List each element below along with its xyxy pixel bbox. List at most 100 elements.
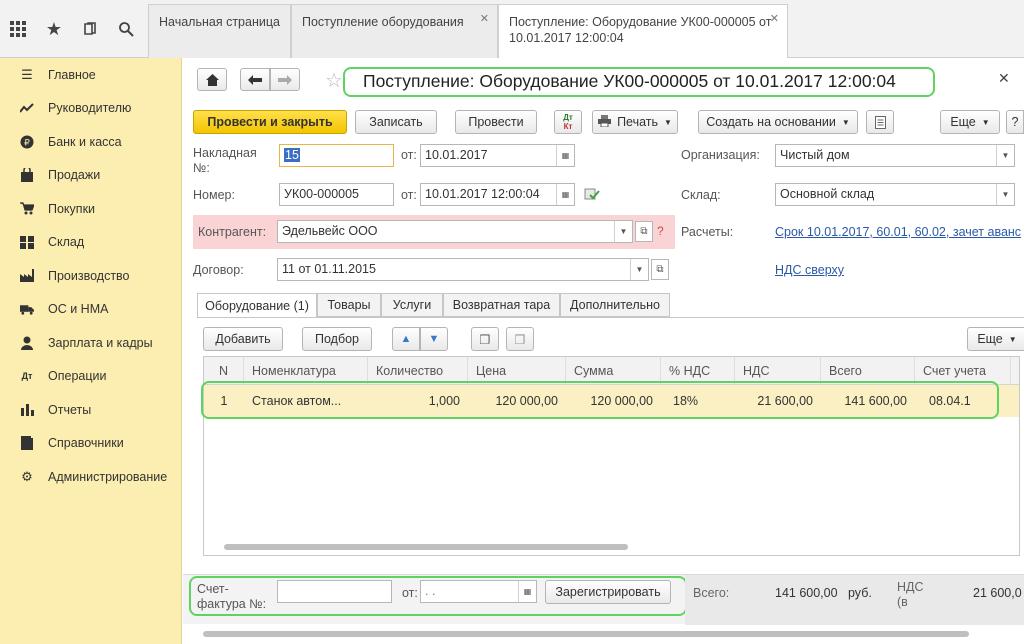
table-more-button[interactable]: Еще ▼: [967, 327, 1024, 351]
tab-returnable-containers[interactable]: Возвратная тара: [443, 293, 560, 317]
tab-equipment-receipts[interactable]: Поступление оборудования ✕: [291, 4, 498, 58]
operations-icon: Дт: [21, 371, 33, 382]
ruble-icon: ₽: [20, 135, 34, 149]
chevron-down-icon[interactable]: ▼: [614, 221, 632, 242]
number-date-input[interactable]: 10.01.2017 12:00:04 ▦: [420, 183, 575, 206]
post-and-close-button[interactable]: Провести и закрыть: [193, 110, 347, 134]
sidebar-item-main[interactable]: ☰ Главное: [0, 58, 181, 92]
pick-button[interactable]: Подбор: [302, 327, 372, 351]
tab-divider: [197, 317, 1024, 318]
sidebar-item-label: Продажи: [48, 168, 101, 183]
sidebar-item-label: Склад: [48, 235, 85, 250]
sidebar-item-label: Администрирование: [48, 469, 168, 484]
arrow-up-icon: ▲: [400, 333, 412, 345]
document-footer: Счет-фактура №: от: . . ▦ Зарегистрирова…: [183, 574, 1024, 625]
tab-additional[interactable]: Дополнительно: [560, 293, 670, 317]
page-horizontal-scrollbar[interactable]: [203, 631, 969, 637]
home-button[interactable]: [197, 68, 227, 91]
paste-button[interactable]: ❐: [506, 327, 534, 351]
invoice-number-input[interactable]: 15: [279, 144, 394, 167]
post-and-close-label: Провести и закрыть: [207, 115, 333, 129]
sidebar-item-label: ОС и НМА: [48, 302, 109, 317]
apps-grid-icon[interactable]: [0, 0, 36, 58]
post-button[interactable]: Провести: [455, 110, 537, 134]
close-icon[interactable]: ✕: [770, 11, 779, 27]
calendar-icon[interactable]: ▦: [556, 145, 574, 166]
sidebar-item-label: Главное: [48, 67, 96, 82]
close-icon[interactable]: ✕: [998, 70, 1010, 87]
document-icon: [874, 115, 886, 129]
tab-equipment[interactable]: Оборудование (1): [197, 293, 317, 318]
invoice-date-input[interactable]: 10.01.2017 ▦: [420, 144, 575, 167]
add-button[interactable]: Добавить: [203, 327, 283, 351]
dtkt-button[interactable]: Дт Кт: [554, 110, 582, 134]
chevron-down-icon: ▼: [1008, 334, 1017, 344]
help-button[interactable]: ?: [1006, 110, 1024, 134]
chevron-down-icon[interactable]: ▼: [996, 145, 1014, 166]
move-down-button[interactable]: ▼: [420, 327, 448, 351]
page-title: Поступление: Оборудование УК00-000005 от…: [363, 71, 896, 91]
tab-home[interactable]: Начальная страница: [148, 4, 291, 58]
open-contractor-icon[interactable]: ⧉: [635, 221, 653, 242]
tab-goods[interactable]: Товары: [317, 293, 381, 317]
move-up-button[interactable]: ▲: [392, 327, 420, 351]
tab-additional-label: Дополнительно: [570, 298, 660, 312]
sidebar-item-warehouse[interactable]: Склад: [0, 226, 181, 260]
chevron-down-icon: ▼: [981, 117, 990, 127]
sidebar-item-fixed-assets[interactable]: ОС и НМА: [0, 293, 181, 327]
create-based-on-button[interactable]: Создать на основании ▼: [698, 110, 858, 134]
chevron-down-icon[interactable]: ▼: [630, 259, 648, 280]
settlements-link[interactable]: Срок 10.01.2017, 60.01, 60.02, зачет ава…: [775, 225, 1021, 239]
check-document-icon[interactable]: [584, 187, 600, 204]
sidebar-item-operations[interactable]: Дт Операции: [0, 360, 181, 394]
copy-button[interactable]: ❐: [471, 327, 499, 351]
tab-services-label: Услуги: [392, 298, 432, 312]
favorite-star-icon[interactable]: ☆: [325, 68, 343, 93]
number-input[interactable]: УК00-000005: [279, 183, 394, 206]
printer-icon: [598, 114, 612, 130]
organization-select[interactable]: Чистый дом ▼: [775, 144, 1015, 167]
bag-icon: [20, 168, 34, 183]
sidebar-item-sales[interactable]: Продажи: [0, 159, 181, 193]
table-horizontal-scrollbar[interactable]: [224, 544, 628, 550]
sidebar-item-directories[interactable]: Справочники: [0, 427, 181, 461]
close-icon[interactable]: ✕: [480, 11, 489, 27]
more-button[interactable]: Еще ▼: [940, 110, 1000, 134]
open-contract-icon[interactable]: ⧉: [651, 259, 669, 280]
document-icon-button[interactable]: [866, 110, 894, 134]
help-label: ?: [1011, 115, 1019, 129]
chevron-down-icon[interactable]: ▼: [996, 184, 1014, 205]
history-icon[interactable]: [72, 0, 108, 58]
contractor-select[interactable]: Эдельвейс ООО ▼: [277, 220, 633, 243]
vat-link[interactable]: НДС сверху: [775, 263, 844, 277]
book-icon: [20, 436, 34, 451]
forward-button[interactable]: [270, 68, 300, 91]
calendar-icon[interactable]: ▦: [556, 184, 574, 205]
document-form: ☆ Поступление: Оборудование УК00-000005 …: [183, 58, 1024, 644]
save-button[interactable]: Записать: [355, 110, 437, 134]
question-icon[interactable]: ?: [657, 224, 664, 238]
sidebar-item-production[interactable]: Производство: [0, 259, 181, 293]
top-bar: ★ Начальная страница Поступление оборудо…: [0, 0, 1024, 59]
print-button[interactable]: Печать ▼: [592, 110, 678, 134]
sidebar-item-label: Операции: [48, 369, 107, 384]
contract-select[interactable]: 11 от 01.11.2015 ▼: [277, 258, 649, 281]
number-date-value: 10.01.2017 12:00:04: [425, 187, 540, 201]
sidebar-item-manager[interactable]: Руководителю: [0, 92, 181, 126]
star-icon[interactable]: ★: [36, 0, 72, 58]
tab-document[interactable]: Поступление: Оборудование УК00-000005 от…: [498, 4, 788, 59]
sidebar-item-bank[interactable]: ₽ Банк и касса: [0, 125, 181, 159]
sidebar-item-admin[interactable]: ⚙ Администрирование: [0, 460, 181, 494]
sidebar-item-reports[interactable]: Отчеты: [0, 393, 181, 427]
sidebar-item-payroll[interactable]: Зарплата и кадры: [0, 326, 181, 360]
tab-services[interactable]: Услуги: [381, 293, 443, 317]
sidebar-item-label: Банк и касса: [48, 134, 122, 149]
warehouse-value: Основной склад: [780, 187, 875, 201]
person-icon: [20, 336, 34, 350]
search-icon[interactable]: [108, 0, 144, 58]
back-button[interactable]: [240, 68, 270, 91]
footer-highlight: [189, 576, 687, 616]
truck-icon: [20, 302, 34, 316]
warehouse-select[interactable]: Основной склад ▼: [775, 183, 1015, 206]
sidebar-item-purchases[interactable]: Покупки: [0, 192, 181, 226]
